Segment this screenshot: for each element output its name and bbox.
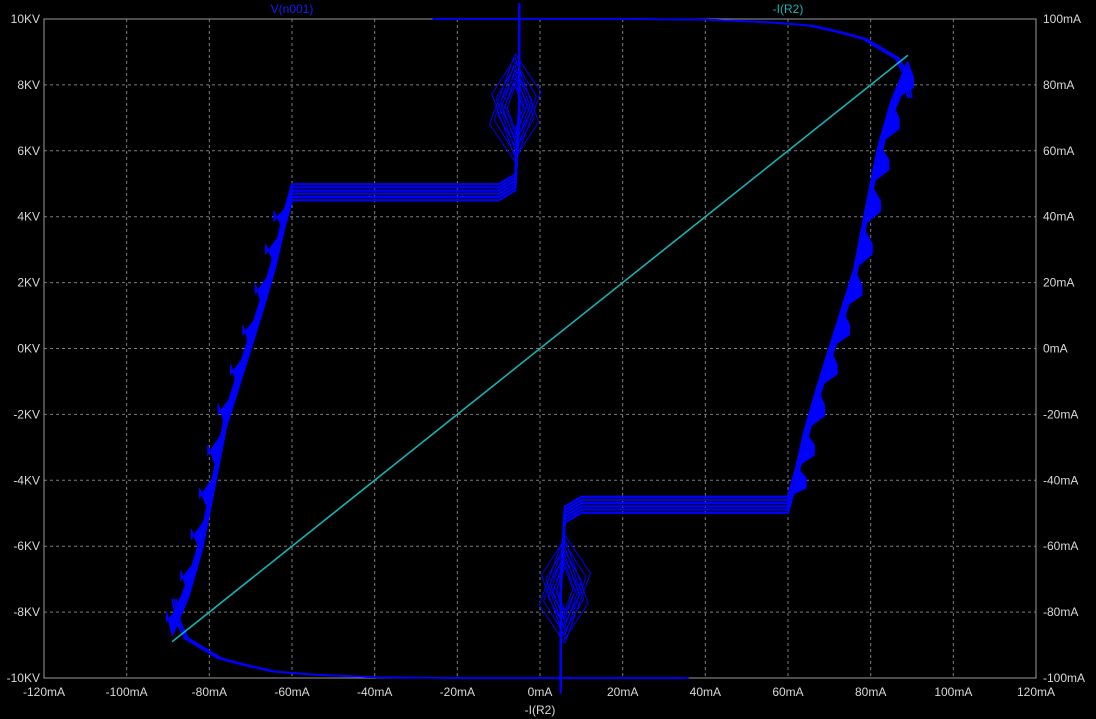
x-tick-label: -80mA bbox=[192, 685, 227, 699]
trace-v-sawtooth-left bbox=[265, 229, 285, 268]
trace-v-loop-lower bbox=[549, 553, 580, 625]
trace-v-sawtooth-right bbox=[853, 225, 873, 271]
trace-v-sawtooth-right bbox=[816, 347, 838, 390]
x-tick-label: 20mA bbox=[607, 685, 638, 699]
x-tick-label: 100mA bbox=[934, 685, 972, 699]
y-left-tick-label: -4KV bbox=[13, 473, 40, 487]
trace-v-sawtooth-left bbox=[273, 199, 293, 232]
trace-v-sawtooth-left bbox=[254, 265, 276, 311]
trace-v-lower-branch bbox=[559, 74, 909, 691]
trace-v-sawtooth-left bbox=[198, 470, 219, 516]
x-tick-label: 120mA bbox=[1017, 685, 1055, 699]
y-right-tick-label: -60mA bbox=[1043, 539, 1078, 553]
trace-v-lower-branch bbox=[559, 77, 909, 694]
x-tick-label: -100mA bbox=[106, 685, 148, 699]
trace-v-sawtooth-right bbox=[840, 268, 863, 311]
trace-v-sawtooth-left bbox=[190, 512, 210, 555]
x-tick-label: -20mA bbox=[440, 685, 475, 699]
y-right-tick-label: 80mA bbox=[1043, 78, 1074, 92]
trace-v-sawtooth-right bbox=[795, 429, 815, 469]
trace-v-upper-branch bbox=[171, 19, 521, 636]
trace-v-sawtooth-right bbox=[869, 142, 890, 185]
y-left-tick-label: 4KV bbox=[17, 210, 40, 224]
y-right-tick-label: 60mA bbox=[1043, 144, 1074, 158]
trace-v-bottom-edge bbox=[175, 598, 689, 679]
x-tick-label: -40mA bbox=[357, 685, 392, 699]
y-right-tick-label: 20mA bbox=[1043, 276, 1074, 290]
trace-v-sawtooth-right bbox=[861, 182, 882, 228]
y-left-tick-label: 6KV bbox=[17, 144, 40, 158]
trace-label-i[interactable]: -I(R2) bbox=[773, 2, 804, 16]
trace-v-sawtooth-right bbox=[787, 466, 807, 498]
trace-v-lower-branch bbox=[559, 67, 909, 685]
x-tick-label: 0mA bbox=[528, 685, 553, 699]
y-left-tick-label: -10KV bbox=[7, 671, 40, 685]
x-tick-label: 80mA bbox=[855, 685, 886, 699]
x-tick-label: 60mA bbox=[772, 685, 803, 699]
y-left-tick-label: -2KV bbox=[13, 407, 40, 421]
y-left-tick-label: 8KV bbox=[17, 78, 40, 92]
trace-v-sawtooth-left bbox=[207, 427, 227, 473]
y-left-tick-label: -6KV bbox=[13, 539, 40, 553]
x-tick-label: -60mA bbox=[274, 685, 309, 699]
y-right-tick-label: -40mA bbox=[1043, 473, 1078, 487]
trace-v-sawtooth-left bbox=[229, 348, 252, 390]
trace-v-loop-upper bbox=[500, 72, 531, 144]
trace-v-upper-branch bbox=[171, 3, 521, 620]
x-tick-label: -120mA bbox=[23, 685, 65, 699]
trace-v-lower-branch bbox=[559, 61, 909, 678]
trace-v-sawtooth-left bbox=[242, 308, 264, 351]
y-right-tick-label: 100mA bbox=[1043, 12, 1081, 26]
x-tick-label: 40mA bbox=[690, 685, 721, 699]
y-left-tick-label: 0KV bbox=[17, 342, 40, 356]
trace-v-upper-branch bbox=[171, 6, 521, 623]
trace-v-sawtooth-right bbox=[803, 386, 826, 433]
y-right-tick-label: -80mA bbox=[1043, 605, 1078, 619]
trace-v-lower-branch bbox=[559, 64, 909, 682]
y-left-tick-label: -8KV bbox=[13, 605, 40, 619]
trace-v-upper-branch bbox=[171, 9, 521, 626]
x-axis-label: -I(R2) bbox=[525, 703, 556, 717]
trace-v-upper-branch bbox=[171, 12, 521, 630]
y-right-tick-label: -20mA bbox=[1043, 407, 1078, 421]
y-left-tick-label: 2KV bbox=[17, 276, 40, 290]
y-right-tick-label: 40mA bbox=[1043, 210, 1074, 224]
trace-v-sawtooth-right bbox=[828, 307, 851, 350]
trace-v-upper-branch bbox=[171, 15, 521, 633]
plot-area[interactable]: -120mA -100mA -80mA -60mA -40mA -20mA 0mA 20mA 4… bbox=[0, 0, 1096, 719]
trace-v-top-edge bbox=[436, 18, 913, 99]
trace-v-sawtooth-left bbox=[217, 387, 239, 430]
trace-v-lower-branch bbox=[559, 71, 909, 688]
trace-v-sawtooth-left bbox=[165, 595, 190, 637]
trace-label-v[interactable]: V(n001) bbox=[271, 2, 314, 16]
y-left-tick-label: 10KV bbox=[11, 12, 40, 26]
y-right-tick-label: 0mA bbox=[1043, 342, 1068, 356]
y-right-tick-label: -100mA bbox=[1043, 671, 1085, 685]
